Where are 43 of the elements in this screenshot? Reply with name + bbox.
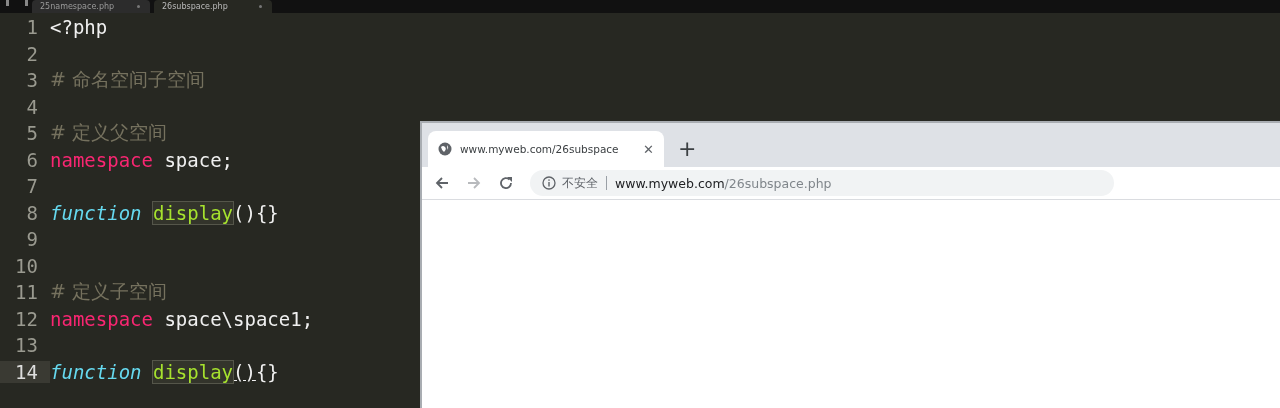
line-number: 12 <box>14 307 39 330</box>
code-token: {} <box>255 360 279 383</box>
close-icon[interactable]: ✕ <box>643 141 654 157</box>
editor-tab[interactable]: 26subspace.php <box>154 0 272 13</box>
code-token: space\space1; <box>163 307 314 330</box>
code-token: # 定义父空间 <box>50 121 167 144</box>
code-token: # 命名空间子空间 <box>50 68 205 91</box>
address-bar[interactable]: 不安全 www.myweb.com/26subspace.php <box>530 170 1114 196</box>
browser-tab[interactable]: www.myweb.com/26subspace ✕ <box>428 131 664 167</box>
line-number: 5 <box>25 122 39 145</box>
code-token: # 定义子空间 <box>50 280 167 303</box>
code-token: namespace <box>50 307 153 330</box>
editor-tab[interactable]: 25namespace.php <box>32 0 150 13</box>
code-token: <?php <box>50 16 108 39</box>
code-token: display <box>152 201 234 224</box>
code-token: namespace <box>50 148 153 171</box>
code-token: function <box>50 360 143 383</box>
line-number: 9 <box>25 228 39 251</box>
line-number: 3 <box>25 69 39 92</box>
line-number: 8 <box>25 201 39 224</box>
line-number: 14 <box>0 360 50 383</box>
new-tab-button[interactable]: + <box>678 136 697 161</box>
url-text: www.myweb.com/26subspace.php <box>615 175 832 191</box>
line-number: 4 <box>25 95 39 118</box>
globe-icon <box>438 142 452 156</box>
line-number: 10 <box>14 254 39 277</box>
line-number: 11 <box>14 281 39 304</box>
menu-icon[interactable] <box>6 0 28 6</box>
reload-icon[interactable] <box>498 175 514 191</box>
line-number: 13 <box>14 334 39 357</box>
line-number: 7 <box>25 175 39 198</box>
info-icon <box>542 176 556 190</box>
line-number: 1 <box>25 16 39 39</box>
code-token: () <box>233 360 256 383</box>
code-token: space; <box>163 148 234 171</box>
security-label: 不安全 <box>562 174 598 192</box>
code-token: display <box>152 360 234 383</box>
code-token: function <box>50 201 143 224</box>
tab-title: www.myweb.com/26subspace <box>460 143 620 155</box>
back-icon[interactable] <box>434 175 450 191</box>
line-number: 2 <box>25 42 39 65</box>
code-token: (){} <box>233 201 279 224</box>
line-number: 6 <box>25 148 39 171</box>
